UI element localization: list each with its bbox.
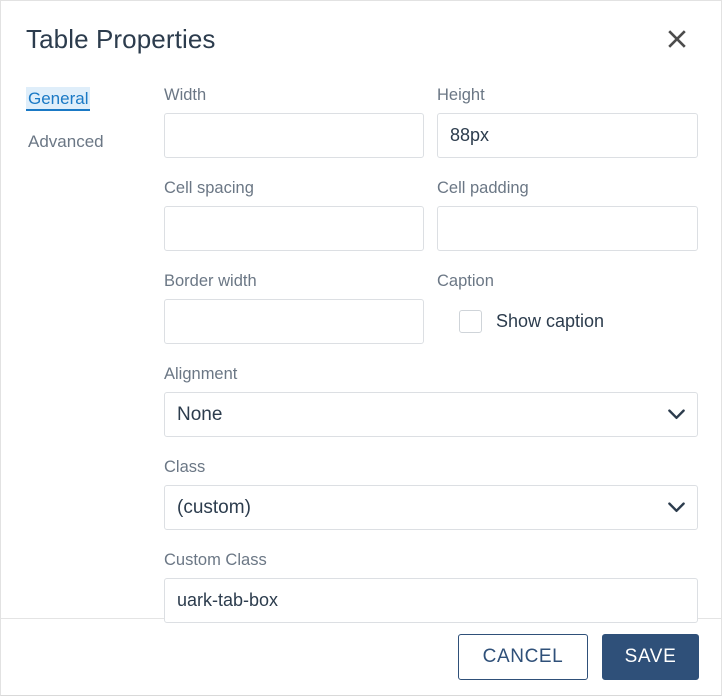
form-row-alignment: Alignment None <box>164 366 698 437</box>
tab-rail: General Advanced <box>26 87 144 154</box>
dialog-body: General Advanced Width Height 88px Cell … <box>1 77 721 623</box>
alignment-label: Alignment <box>164 365 238 383</box>
height-label: Height <box>437 86 485 104</box>
field-custom-class: Custom Class <box>164 552 698 623</box>
class-label: Class <box>164 458 206 476</box>
field-cell-spacing: Cell spacing <box>164 180 424 251</box>
caption-label: Caption <box>437 272 494 290</box>
class-select-wrap: (custom) <box>164 485 698 530</box>
custom-class-label: Custom Class <box>164 551 267 569</box>
alignment-select-wrap: None <box>164 392 698 437</box>
cell-spacing-input[interactable] <box>164 206 424 251</box>
form-row-class: Class (custom) <box>164 459 698 530</box>
field-caption: Caption Show caption <box>437 273 698 344</box>
form-row-custom-class: Custom Class <box>164 552 698 623</box>
page-title: Table Properties <box>26 24 216 54</box>
alignment-select[interactable]: None <box>164 392 698 437</box>
dialog-header: Table Properties <box>1 1 721 77</box>
tab-general[interactable]: General <box>26 87 91 111</box>
field-alignment: Alignment None <box>164 366 698 437</box>
border-width-input[interactable] <box>164 299 424 344</box>
custom-class-input[interactable] <box>164 578 698 623</box>
field-height: Height <box>437 87 698 158</box>
cancel-button[interactable]: CANCEL <box>458 634 588 680</box>
table-properties-dialog: Table Properties General Advanced Width … <box>0 0 722 696</box>
field-class: Class (custom) <box>164 459 698 530</box>
border-width-label: Border width <box>164 272 257 290</box>
width-label: Width <box>164 86 207 104</box>
class-select[interactable]: (custom) <box>164 485 698 530</box>
field-border-width: Border width <box>164 273 424 344</box>
width-input[interactable] <box>164 113 424 158</box>
tab-advanced-wrap: Advanced <box>26 130 144 154</box>
form-row-dimensions: Width Height <box>164 87 698 158</box>
field-cell-padding: Cell padding <box>437 180 698 251</box>
form-area: Width Height Cell spacing Cell padding <box>164 87 698 623</box>
close-icon <box>666 28 688 50</box>
show-caption-checkbox[interactable] <box>459 310 482 333</box>
cell-padding-input[interactable] <box>437 206 698 251</box>
show-caption-row[interactable]: Show caption <box>437 299 698 344</box>
dialog-footer: CANCEL SAVE <box>1 618 721 695</box>
form-row-cell: Cell spacing Cell padding <box>164 180 698 251</box>
show-caption-label[interactable]: Show caption <box>496 311 604 332</box>
save-button[interactable]: SAVE <box>602 634 699 680</box>
form-row-border-caption: Border width Caption Show caption <box>164 273 698 344</box>
field-width: Width <box>164 87 424 158</box>
tab-advanced[interactable]: Advanced <box>26 130 106 154</box>
cell-spacing-label: Cell spacing <box>164 179 254 197</box>
close-button[interactable] <box>660 22 694 56</box>
tab-general-wrap: General <box>26 87 144 111</box>
cell-padding-label: Cell padding <box>437 179 529 197</box>
height-input[interactable] <box>437 113 698 158</box>
